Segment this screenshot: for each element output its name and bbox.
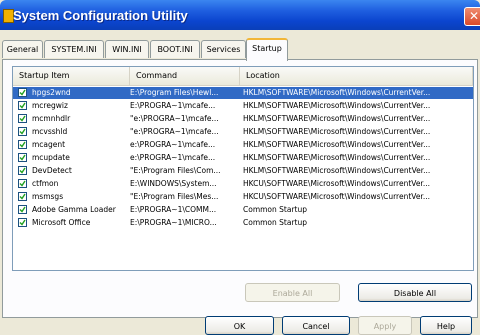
- window-title: System Configuration Utility: [13, 8, 188, 23]
- tab-win-ini[interactable]: WIN.INI: [105, 40, 149, 58]
- checkmark-icon: [19, 141, 26, 148]
- startup-item-location: HKLM\SOFTWARE\Microsoft\Windows\CurrentV…: [243, 140, 431, 149]
- startup-item-name: Adobe Gamma Loader: [32, 205, 116, 214]
- apply-button[interactable]: Apply: [358, 316, 412, 335]
- startup-item-name: DevDetect: [32, 166, 72, 175]
- startup-item-command: e:\PROGRA~1\mcafe...: [130, 140, 216, 149]
- startup-item-command: "E:\Program Files\Com...: [130, 166, 221, 175]
- tab-services[interactable]: Services: [201, 40, 246, 58]
- checkbox[interactable]: [18, 140, 27, 149]
- enable-all-button[interactable]: Enable All: [245, 283, 340, 302]
- startup-item-command: e:\PROGRA~1\mcafe...: [130, 153, 216, 162]
- help-button[interactable]: Help: [420, 316, 472, 335]
- startup-item-name: mcagent: [32, 140, 66, 149]
- checkbox[interactable]: [18, 166, 27, 175]
- column-header-startup-item[interactable]: Startup Item: [13, 67, 130, 85]
- startup-item-name: msmsgs: [32, 192, 64, 201]
- list-item[interactable]: msmsgs "E:\Program Files\Mes... HKCU\SOF…: [13, 191, 473, 203]
- list-item[interactable]: mcupdate e:\PROGRA~1\mcafe... HKLM\SOFTW…: [13, 152, 473, 164]
- ok-button[interactable]: OK: [205, 316, 274, 335]
- checkmark-icon: [19, 89, 26, 96]
- checkbox[interactable]: [18, 114, 27, 123]
- checkmark-icon: [19, 128, 26, 135]
- list-item[interactable]: DevDetect "E:\Program Files\Com... HKLM\…: [13, 165, 473, 177]
- list-item[interactable]: Adobe Gamma Loader E:\PROGRA~1\COMM... C…: [13, 204, 473, 216]
- checkmark-icon: [19, 167, 26, 174]
- checkmark-icon: [19, 154, 26, 161]
- column-header-command[interactable]: Command: [130, 67, 240, 85]
- startup-item-command: E:\PROGRA~1\mcafe...: [130, 101, 216, 110]
- startup-item-location: HKLM\SOFTWARE\Microsoft\Windows\CurrentV…: [243, 101, 431, 110]
- checkmark-icon: [19, 180, 26, 187]
- startup-item-location: HKCU\SOFTWARE\Microsoft\Windows\CurrentV…: [243, 192, 430, 201]
- checkmark-icon: [19, 219, 26, 226]
- title-bar[interactable]: System Configuration Utility ✕: [0, 0, 480, 30]
- startup-item-name: mcupdate: [32, 153, 70, 162]
- checkbox[interactable]: [18, 88, 27, 97]
- tab-system-ini[interactable]: SYSTEM.INI: [44, 40, 104, 58]
- list-item[interactable]: ctfmon E:\WINDOWS\System... HKCU\SOFTWAR…: [13, 178, 473, 190]
- cancel-button[interactable]: Cancel: [282, 316, 350, 335]
- startup-item-command: E:\PROGRA~1\MICRO...: [130, 218, 217, 227]
- list-header: Startup Item Command Location: [13, 67, 473, 86]
- startup-item-command: "E:\Program Files\Mes...: [130, 192, 219, 201]
- tab-boot-ini[interactable]: BOOT.INI: [150, 40, 200, 58]
- list-item[interactable]: mcvsshld "e:\PROGRA~1\mcafe... HKLM\SOFT…: [13, 126, 473, 138]
- startup-item-location: HKLM\SOFTWARE\Microsoft\Windows\CurrentV…: [243, 114, 431, 123]
- startup-item-command: E:\PROGRA~1\COMM...: [130, 205, 217, 214]
- startup-item-name: ctfmon: [32, 179, 59, 188]
- disable-all-button[interactable]: Disable All: [358, 283, 472, 302]
- checkmark-icon: [19, 102, 26, 109]
- startup-list[interactable]: Startup Item Command Location hpgs2wnd E…: [12, 66, 474, 271]
- tab-startup[interactable]: Startup: [246, 38, 288, 61]
- startup-item-location: HKLM\SOFTWARE\Microsoft\Windows\CurrentV…: [243, 166, 431, 175]
- startup-item-name: mcvsshld: [32, 127, 68, 136]
- checkbox[interactable]: [18, 192, 27, 201]
- startup-item-name: mcregwiz: [32, 101, 68, 110]
- checkmark-icon: [19, 206, 26, 213]
- startup-item-command: "e:\PROGRA~1\mcafe...: [130, 127, 219, 136]
- startup-item-command: "e:\PROGRA~1\mcafe...: [130, 114, 219, 123]
- startup-item-command: E:\WINDOWS\System...: [130, 179, 217, 188]
- startup-item-name: Microsoft Office: [32, 218, 91, 227]
- startup-item-name: hpgs2wnd: [32, 88, 71, 97]
- system-configuration-window: System Configuration Utility ✕ General S…: [0, 0, 480, 335]
- startup-item-command: E:\Program Files\Hewl...: [130, 88, 219, 97]
- startup-item-location: HKCU\SOFTWARE\Microsoft\Windows\CurrentV…: [243, 179, 430, 188]
- list-item[interactable]: mcagent e:\PROGRA~1\mcafe... HKLM\SOFTWA…: [13, 139, 473, 151]
- checkbox[interactable]: [18, 101, 27, 110]
- checkmark-icon: [19, 193, 26, 200]
- startup-item-location: HKLM\SOFTWARE\Microsoft\Windows\CurrentV…: [243, 88, 431, 97]
- list-item[interactable]: hpgs2wnd E:\Program Files\Hewl... HKLM\S…: [13, 87, 473, 99]
- checkbox[interactable]: [18, 179, 27, 188]
- close-button[interactable]: ✕: [464, 7, 480, 26]
- checkbox[interactable]: [18, 153, 27, 162]
- column-header-location[interactable]: Location: [240, 67, 473, 85]
- tab-general[interactable]: General: [2, 40, 43, 58]
- startup-item-location: HKLM\SOFTWARE\Microsoft\Windows\CurrentV…: [243, 127, 431, 136]
- list-item[interactable]: mcmnhdlr "e:\PROGRA~1\mcafe... HKLM\SOFT…: [13, 113, 473, 125]
- checkbox[interactable]: [18, 218, 27, 227]
- checkmark-icon: [19, 115, 26, 122]
- startup-item-name: mcmnhdlr: [32, 114, 71, 123]
- startup-item-location: HKLM\SOFTWARE\Microsoft\Windows\CurrentV…: [243, 153, 431, 162]
- startup-item-location: Common Startup: [243, 218, 307, 227]
- list-item[interactable]: mcregwiz E:\PROGRA~1\mcafe... HKLM\SOFTW…: [13, 100, 473, 112]
- checkbox[interactable]: [18, 127, 27, 136]
- list-item[interactable]: Microsoft Office E:\PROGRA~1\MICRO... Co…: [13, 217, 473, 229]
- checkbox[interactable]: [18, 205, 27, 214]
- startup-item-location: Common Startup: [243, 205, 307, 214]
